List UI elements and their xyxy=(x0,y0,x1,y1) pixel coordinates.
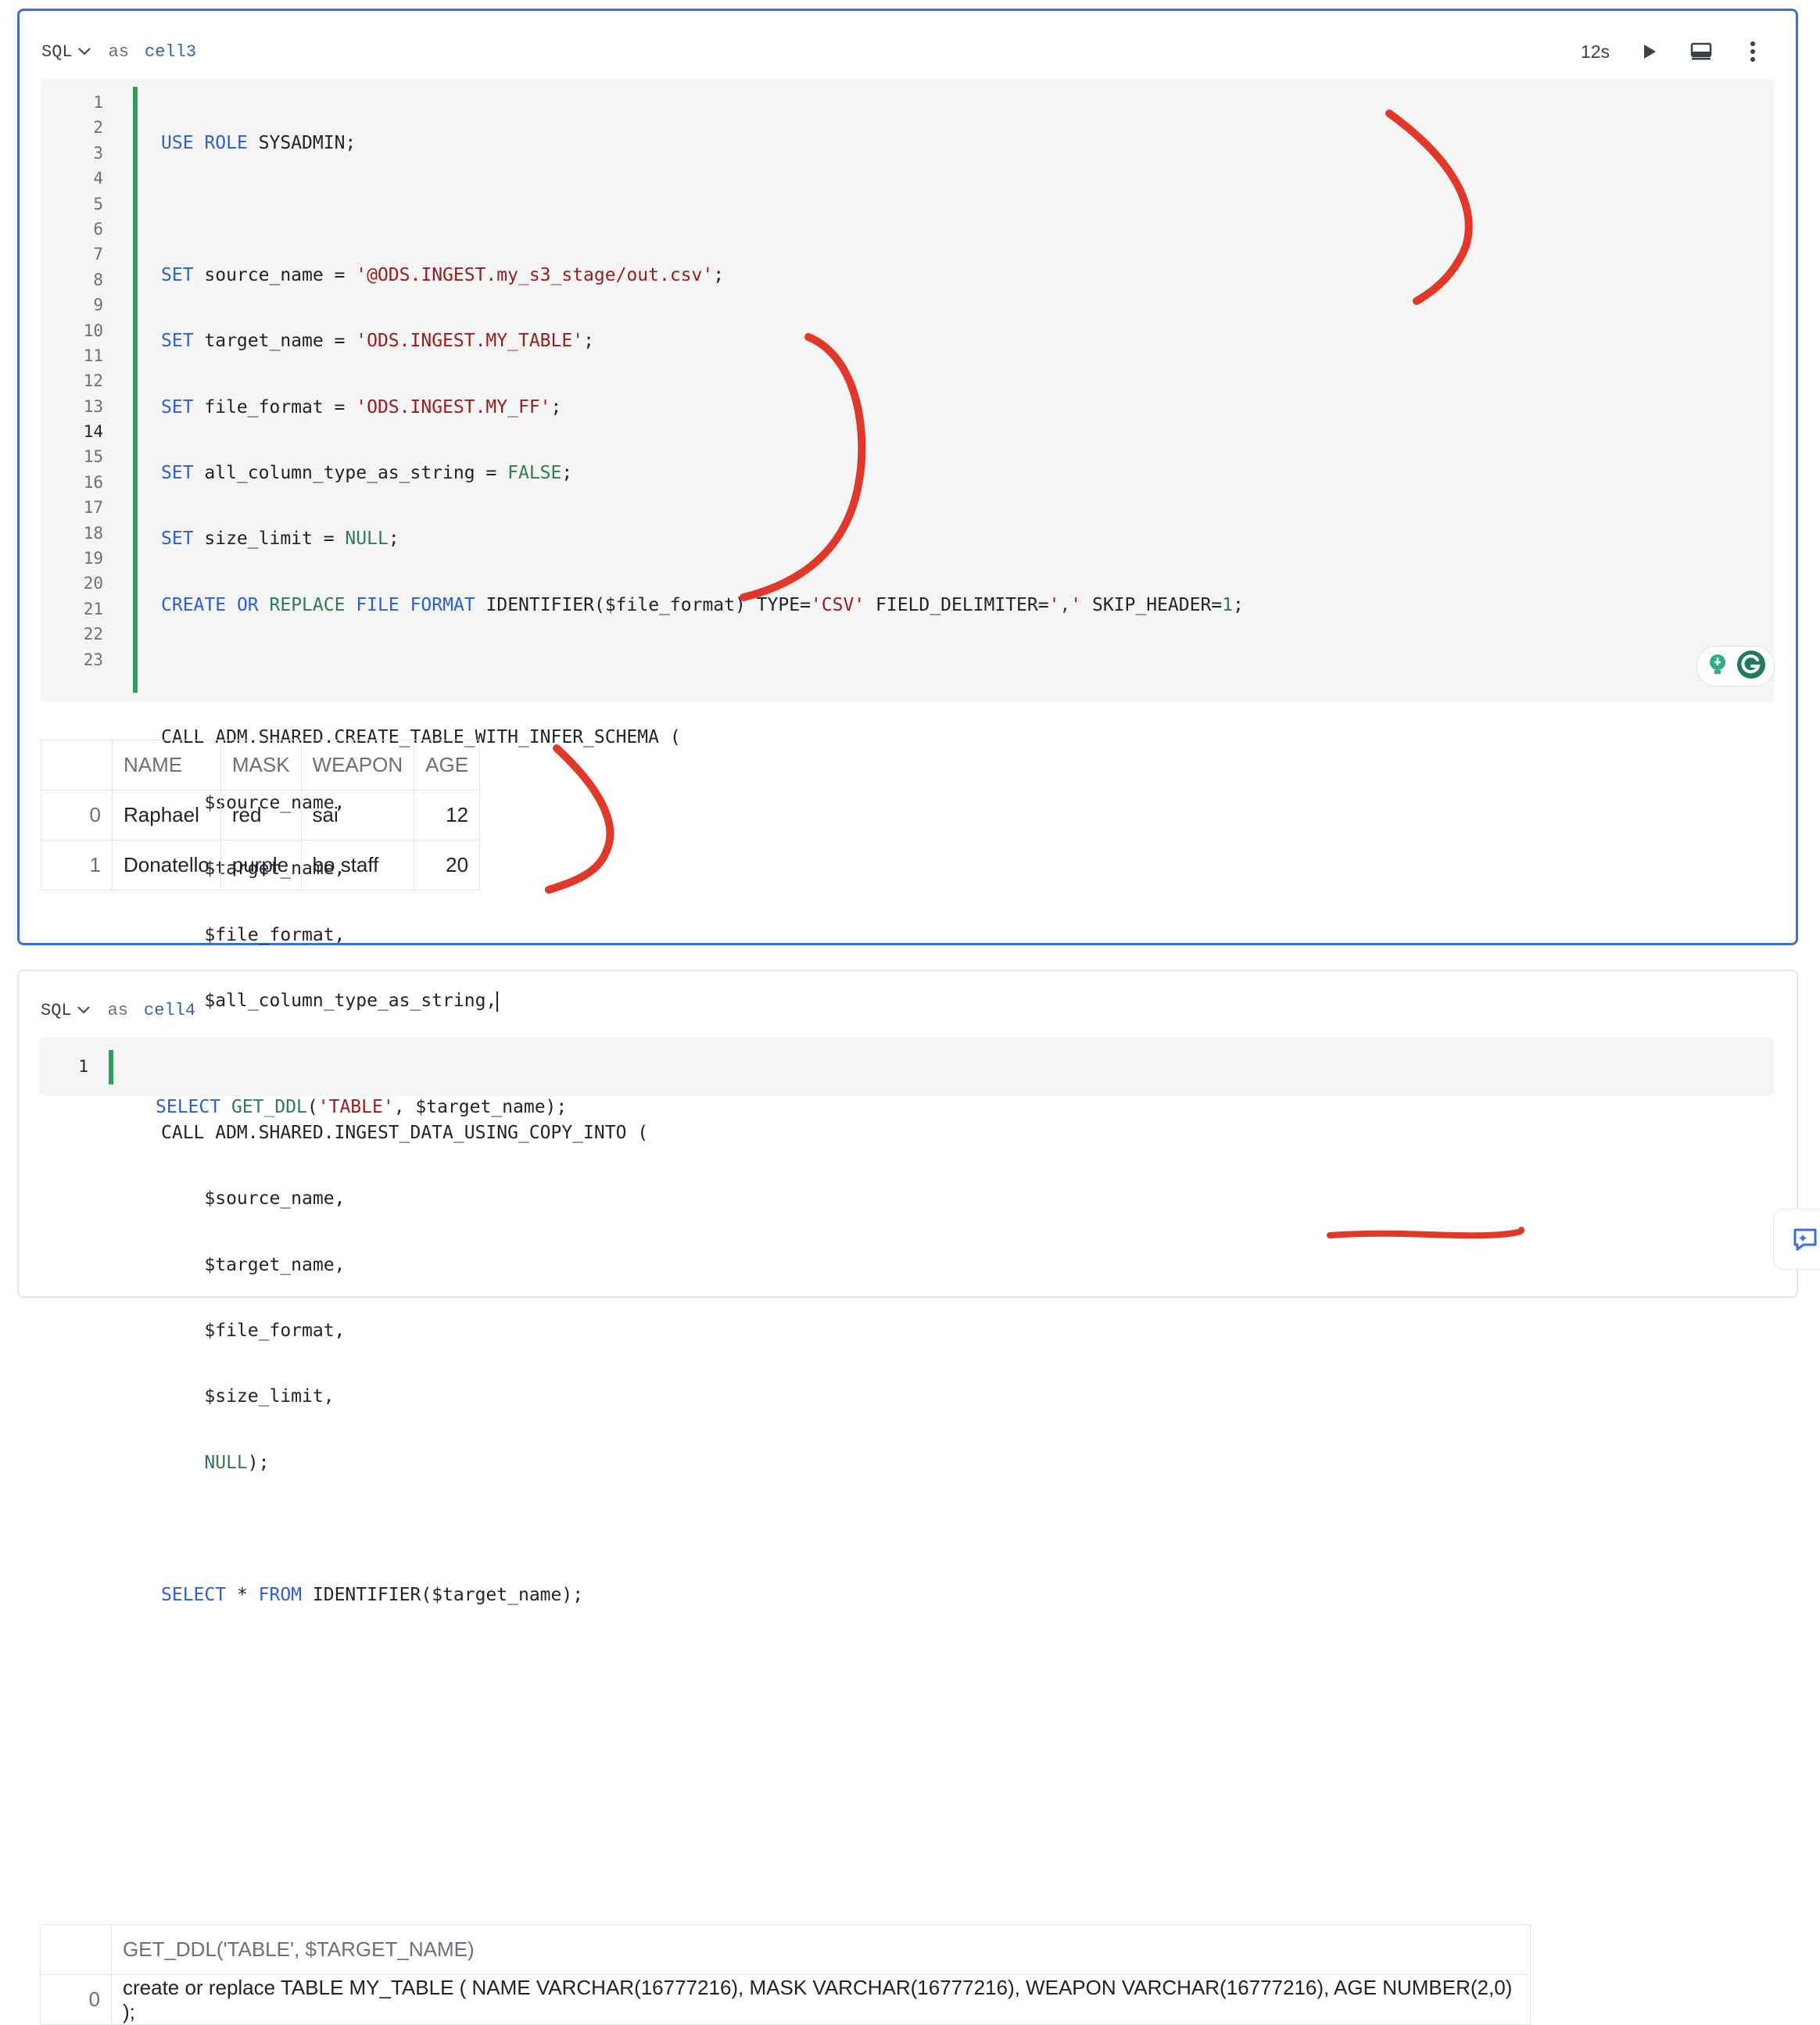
cell-name[interactable]: cell4 xyxy=(144,1001,195,1020)
more-vertical-icon[interactable] xyxy=(1741,40,1764,63)
table-header-row: GET_DDL('TABLE', $TARGET_NAME) xyxy=(40,1924,1531,1975)
line-number: 18 xyxy=(83,523,103,543)
column-header-age[interactable]: AGE xyxy=(414,740,481,790)
play-icon[interactable] xyxy=(1638,40,1661,63)
cell-actions: 12s xyxy=(1581,36,1764,67)
line-number: 15 xyxy=(83,447,103,467)
cell-name-value: Raphael xyxy=(112,790,221,840)
code-editor[interactable]: 1 2 3 4 5 6 7 8 9 10 11 12 13 14 15 16 1… xyxy=(41,79,1775,1605)
cell-header: SQL as cell4 xyxy=(41,995,195,1026)
line-number: 8 xyxy=(93,270,103,289)
line-number: 10 xyxy=(83,321,103,340)
cell-mask-value: purple xyxy=(220,840,302,891)
notebook-cell-3[interactable]: SQL as cell3 12s 1 2 3 4 5 6 7 8 9 10 11… xyxy=(17,9,1798,1605)
language-selector[interactable]: SQL xyxy=(41,42,91,62)
line-number: 21 xyxy=(83,599,103,618)
line-number: 2 xyxy=(93,118,103,138)
index-header xyxy=(41,740,113,790)
column-header-mask[interactable]: MASK xyxy=(220,740,302,790)
chevron-down-icon xyxy=(77,42,91,62)
change-indicator-bar xyxy=(109,1050,113,1084)
grammarly-icon[interactable] xyxy=(1736,649,1767,684)
line-number: 6 xyxy=(93,219,103,238)
code-text[interactable]: SELECT GET_DDL('TABLE', $target_name); xyxy=(156,1054,567,1160)
result-table: NAME MASK WEAPON AGE 0 Raphael red sai 1… xyxy=(41,740,481,891)
table-row: 0 create or replace TABLE MY_TABLE ( NAM… xyxy=(40,1974,1531,2025)
line-gutter: 1 xyxy=(40,1054,104,1079)
cell-weapon-value: sai xyxy=(300,790,415,840)
index-header xyxy=(40,1924,112,1975)
change-indicator-bar xyxy=(133,87,138,693)
chat-sparkle-icon[interactable] xyxy=(1773,1209,1820,1270)
code-editor[interactable]: 1 SELECT GET_DDL('TABLE', $target_name); xyxy=(40,1038,1774,1117)
line-number: 17 xyxy=(83,498,103,518)
cell-mask-value: red xyxy=(220,790,302,840)
column-header-get-ddl[interactable]: GET_DDL('TABLE', $TARGET_NAME) xyxy=(111,1924,1531,1975)
display-toggle-icon[interactable] xyxy=(1689,40,1713,63)
line-number: 20 xyxy=(83,574,103,593)
cell-name-value: Donatello xyxy=(112,840,221,891)
row-index: 0 xyxy=(41,790,113,840)
line-number-active: 14 xyxy=(83,422,103,442)
row-index: 1 xyxy=(41,840,113,891)
table-row: 1 Donatello purple bo staff 20 xyxy=(41,840,481,891)
line-number: 22 xyxy=(83,625,103,644)
line-number: 23 xyxy=(83,650,103,669)
chevron-down-icon xyxy=(77,1001,91,1020)
line-number: 3 xyxy=(93,143,103,163)
line-gutter: 1 2 3 4 5 6 7 8 9 10 11 12 13 14 15 16 1… xyxy=(41,90,119,672)
language-label: SQL xyxy=(41,41,73,62)
line-number: 4 xyxy=(93,169,103,188)
line-number: 16 xyxy=(83,472,103,492)
result-table: GET_DDL('TABLE', $TARGET_NAME) 0 create … xyxy=(40,1924,1531,2025)
run-duration: 12s xyxy=(1580,41,1610,62)
as-label: as xyxy=(107,1000,129,1020)
line-number: 11 xyxy=(83,346,103,365)
cell-name[interactable]: cell3 xyxy=(145,42,196,62)
notebook-cell-4[interactable]: SQL as cell4 1 SELECT GET_DDL('TABLE', $… xyxy=(17,969,1798,2025)
line-number: 5 xyxy=(93,194,103,213)
table-row: 0 Raphael red sai 12 xyxy=(41,790,481,840)
cell-header: SQL as cell3 xyxy=(41,36,196,67)
column-header-name[interactable]: NAME xyxy=(112,740,221,790)
line-number: 9 xyxy=(93,296,103,315)
line-number: 12 xyxy=(83,371,103,391)
row-index: 0 xyxy=(40,1974,112,2025)
line-number: 19 xyxy=(83,549,103,568)
line-number: 1 xyxy=(93,93,103,112)
cell-ddl-value: create or replace TABLE MY_TABLE ( NAME … xyxy=(111,1974,1531,2025)
column-header-weapon[interactable]: WEAPON xyxy=(300,740,415,790)
cell-age-value: 12 xyxy=(414,790,481,840)
language-selector[interactable]: SQL xyxy=(41,1001,91,1020)
line-number-active: 1 xyxy=(78,1057,88,1076)
table-header-row: NAME MASK WEAPON AGE xyxy=(41,740,481,790)
as-label: as xyxy=(108,41,130,62)
writing-assistant-widget[interactable] xyxy=(1696,646,1775,686)
line-number: 7 xyxy=(93,245,103,264)
language-label: SQL xyxy=(41,1000,72,1020)
cell-weapon-value: bo staff xyxy=(300,840,415,891)
lightbulb-icon[interactable] xyxy=(1704,651,1731,682)
line-number: 13 xyxy=(83,396,103,416)
cell-age-value: 20 xyxy=(414,840,481,891)
